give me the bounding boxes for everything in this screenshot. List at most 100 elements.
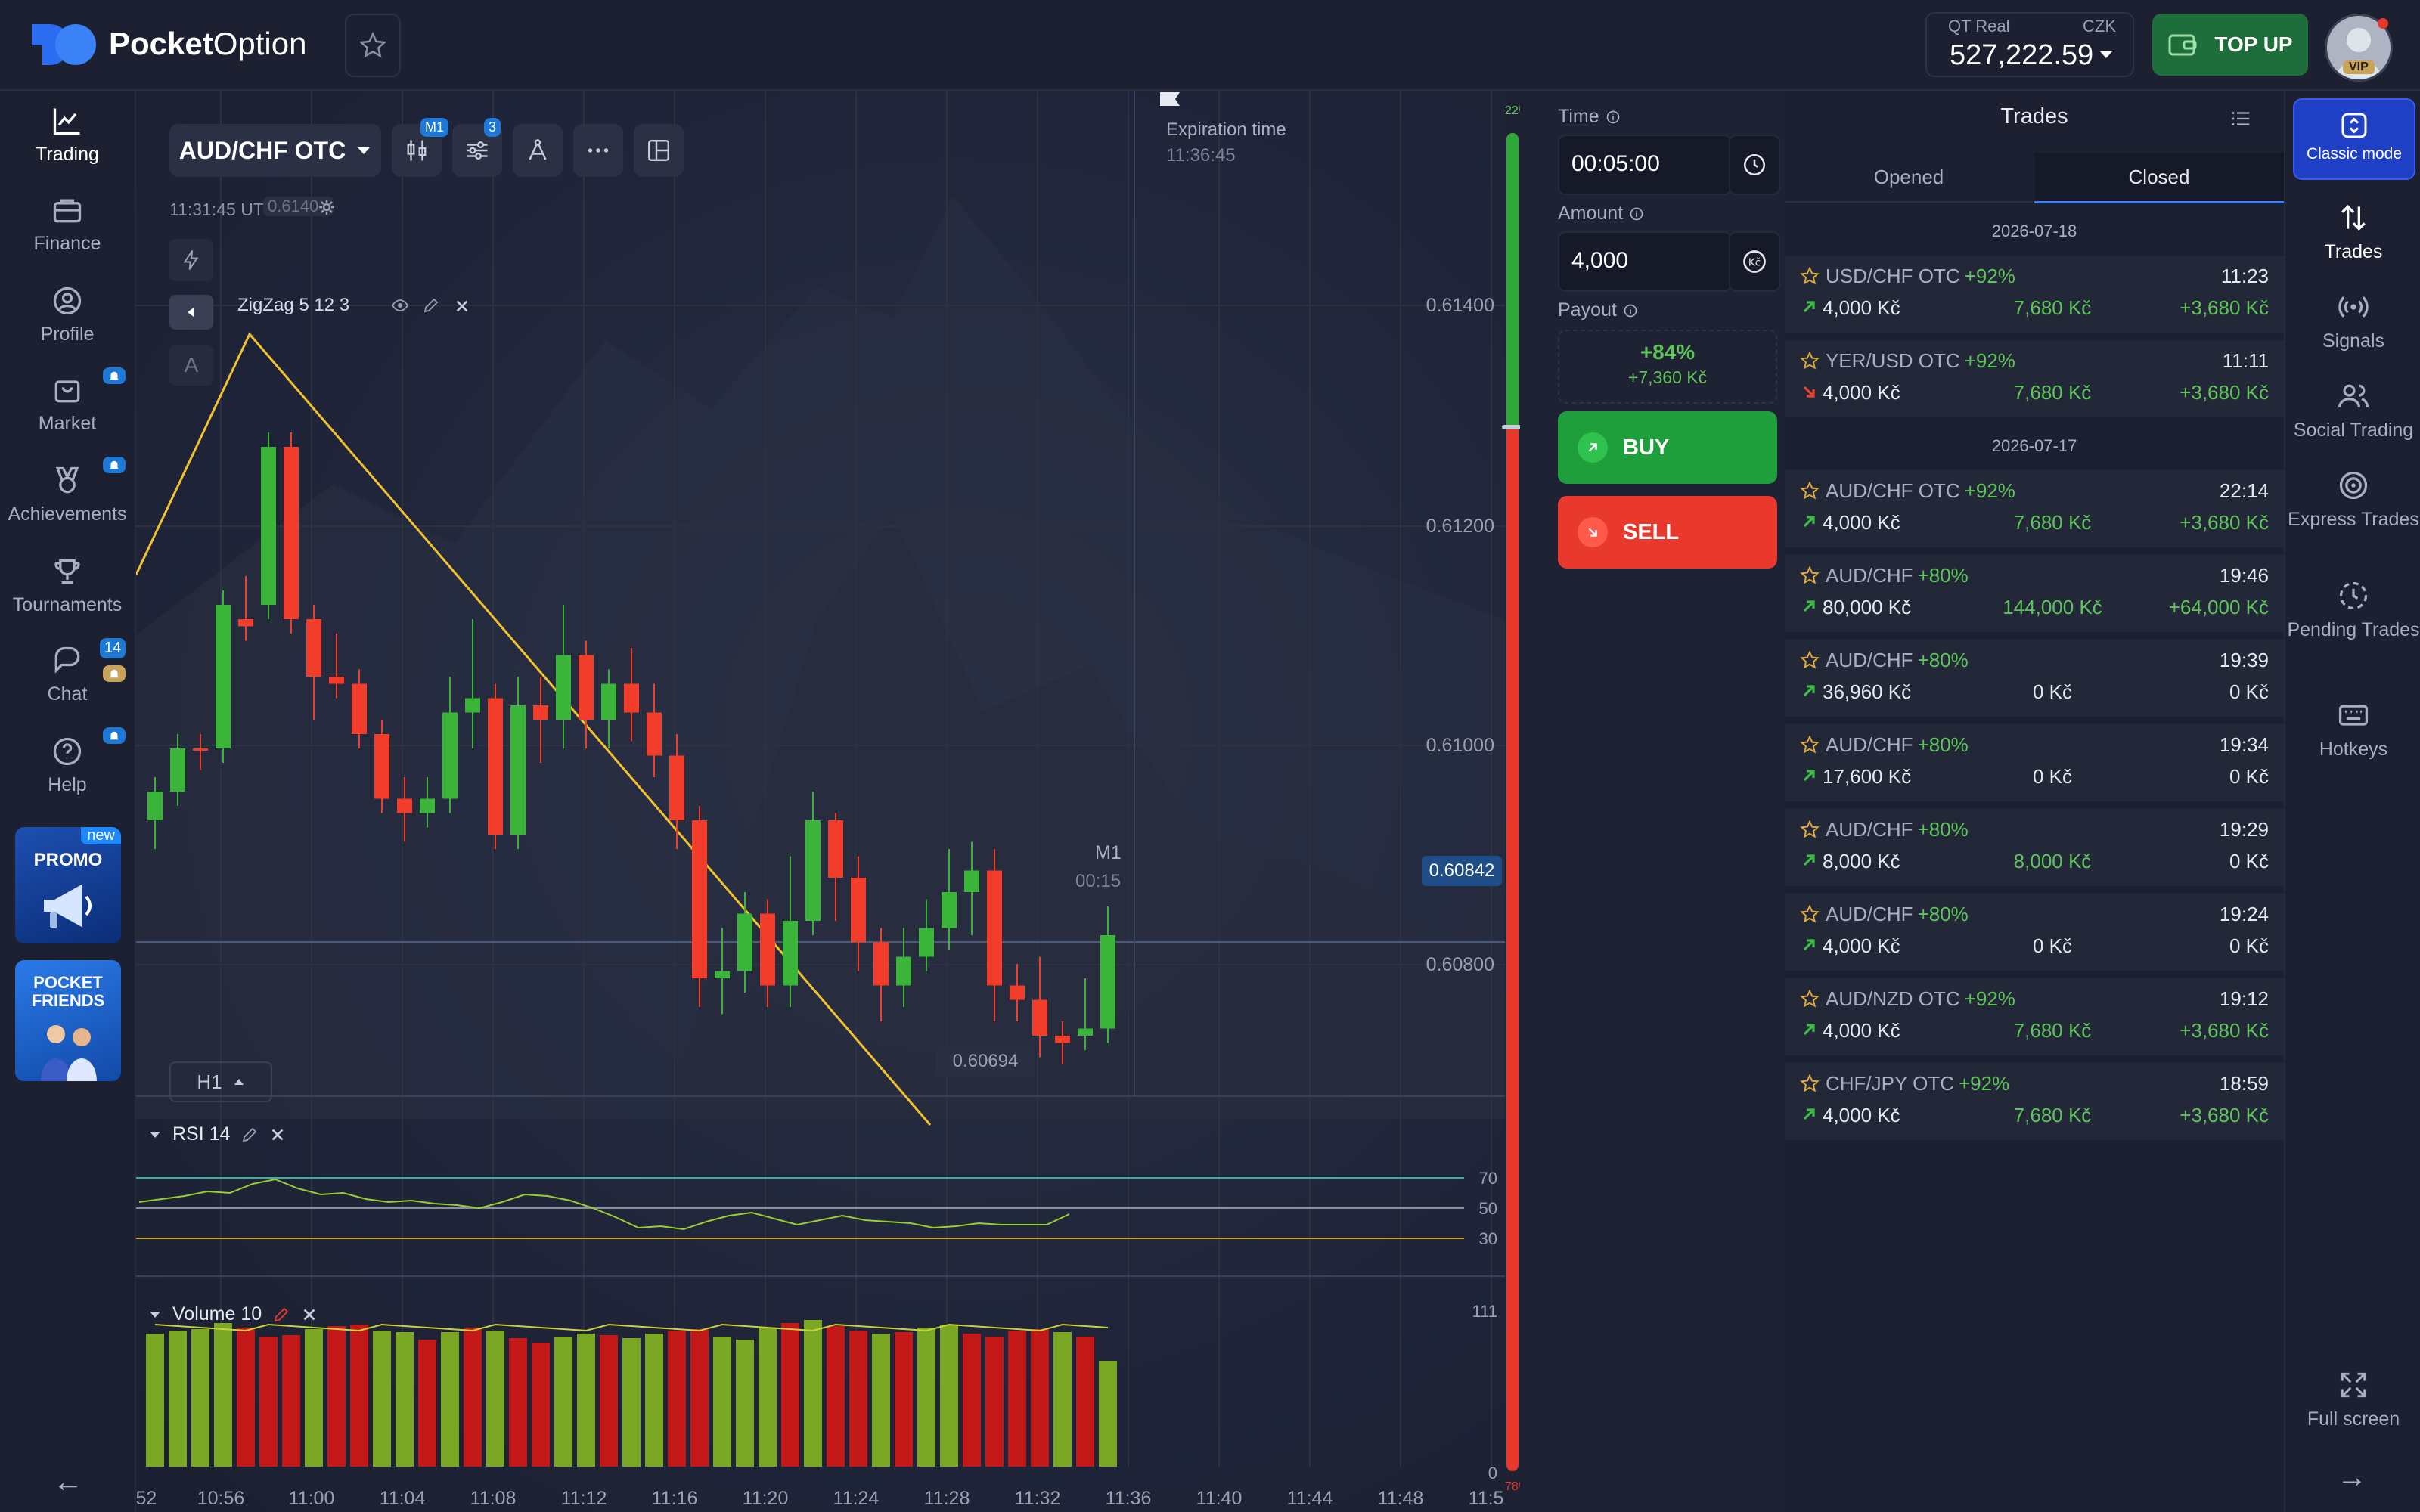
- collapse-indicators-button[interactable]: [169, 295, 213, 330]
- sidebar-item-trading[interactable]: Trading: [0, 104, 135, 166]
- star-icon[interactable]: [1800, 904, 1820, 924]
- svg-text:Kč: Kč: [1748, 256, 1761, 268]
- rsi-level-label: 50: [1479, 1199, 1497, 1218]
- quick-trade-button[interactable]: [169, 239, 213, 281]
- candle: [964, 870, 979, 892]
- candle: [828, 820, 843, 878]
- gear-icon[interactable]: [318, 198, 336, 216]
- trade-profit: +3,680 Kč: [2180, 511, 2269, 534]
- pocket-friends-banner[interactable]: POCKET FRIENDS: [15, 960, 121, 1081]
- caret-left-icon: [188, 308, 194, 317]
- candle: [760, 913, 775, 986]
- arrow-up-right-icon: [1803, 939, 1815, 951]
- trade-pair: AUD/CHF +80%: [1826, 903, 1969, 925]
- info-icon[interactable]: [1623, 303, 1638, 318]
- topup-button[interactable]: TOP UP: [2152, 14, 2308, 76]
- sidebar-item-finance[interactable]: Finance: [0, 194, 135, 255]
- pencil-icon[interactable]: [422, 296, 440, 314]
- classic-mode-button[interactable]: Classic mode: [2293, 98, 2415, 180]
- fullscreen-button[interactable]: Full screen: [2285, 1368, 2420, 1430]
- trade-amount: 36,960 Kč: [1823, 680, 1912, 703]
- trade-row[interactable]: AUD/CHF OTC +92% 22:14 4,000 Kč 7,680 Kč +3,6…: [1785, 470, 2284, 547]
- amount-input[interactable]: 4,000: [1558, 231, 1732, 292]
- trade-row[interactable]: AUD/CHF +80% 19:34 17,600 Kč 0 Kč 0 Kč: [1785, 724, 2284, 801]
- rightbar-item-pending-trades[interactable]: Pending Trades: [2285, 579, 2420, 641]
- tab-opened[interactable]: Opened: [1785, 153, 2033, 203]
- time-input[interactable]: 00:05:00: [1558, 135, 1732, 195]
- trade-row[interactable]: AUD/NZD OTC +92% 19:12 4,000 Kč 7,680 Kč +3,6…: [1785, 978, 2284, 1055]
- currency-switch-button[interactable]: Kč: [1729, 231, 1780, 292]
- volume-bar: [327, 1326, 346, 1467]
- star-icon[interactable]: [1800, 650, 1820, 670]
- info-icon[interactable]: [1606, 110, 1621, 125]
- sidebar-item-achievements[interactable]: Achievements: [0, 464, 135, 525]
- help-notification-badge: [103, 727, 126, 744]
- text-tool-button[interactable]: A: [169, 345, 213, 386]
- star-icon[interactable]: [1800, 989, 1820, 1009]
- trade-row[interactable]: USD/CHF OTC +92% 11:23 4,000 Kč 7,680 Kč +3,6…: [1785, 256, 2284, 333]
- time-picker-button[interactable]: [1729, 135, 1780, 195]
- rightbar-item-social-trading[interactable]: Social Trading: [2285, 380, 2420, 442]
- asset-selector[interactable]: AUD/CHF OTC: [169, 124, 381, 177]
- sentiment-track: [1506, 133, 1519, 1471]
- sell-button[interactable]: SELL: [1558, 496, 1777, 569]
- sidebar-item-tournaments[interactable]: Tournaments: [0, 555, 135, 616]
- trade-row[interactable]: AUD/CHF +80% 19:46 80,000 Kč 144,000 Kč +64,0…: [1785, 555, 2284, 632]
- trade-row[interactable]: AUD/CHF +80% 19:39 36,960 Kč 0 Kč 0 Kč: [1785, 640, 2284, 717]
- balance-value: 527,222.59: [1950, 39, 2094, 71]
- trade-profit: 0 Kč: [2229, 680, 2269, 703]
- caret-down-icon[interactable]: [148, 1309, 162, 1320]
- logo[interactable]: [29, 21, 104, 68]
- trade-row[interactable]: AUD/CHF +80% 19:29 8,000 Kč 8,000 Kč 0 Kč: [1785, 809, 2284, 886]
- trade-row[interactable]: YER/USD OTC +92% 11:11 4,000 Kč 7,680 Kč +3,6…: [1785, 340, 2284, 417]
- drawings-button[interactable]: [513, 124, 563, 177]
- buy-button[interactable]: BUY: [1558, 411, 1777, 484]
- close-icon[interactable]: [301, 1306, 318, 1323]
- star-icon[interactable]: [1800, 820, 1820, 839]
- arrow-up-right-icon: [1803, 301, 1815, 313]
- promo-banner[interactable]: new PROMO: [15, 827, 121, 943]
- rightbar-item-hotkeys[interactable]: Hotkeys: [2285, 699, 2420, 761]
- trade-amount: 8,000 Kč: [1823, 850, 1900, 872]
- trade-row[interactable]: CHF/JPY OTC +92% 18:59 4,000 Kč 7,680 Kč +3,6…: [1785, 1063, 2284, 1140]
- trade-row[interactable]: AUD/CHF +80% 19:24 4,000 Kč 0 Kč 0 Kč: [1785, 894, 2284, 971]
- collapse-rightbar-button[interactable]: →: [2337, 1461, 2367, 1495]
- chart-area[interactable]: 10:52 10:56 11:00 11:04 11:08 11:12 11:16 11:20…: [136, 91, 1505, 1512]
- favorite-button[interactable]: [345, 14, 401, 77]
- sidebar-item-help[interactable]: Help: [0, 735, 135, 796]
- volume-bar: [305, 1329, 323, 1467]
- trade-payout-percent: +92%: [1964, 987, 2015, 1010]
- asset-name: AUD/CHF OTC: [178, 136, 346, 164]
- trade-profit: 0 Kč: [2229, 934, 2269, 957]
- close-icon[interactable]: [269, 1126, 286, 1143]
- sidebar-item-profile[interactable]: Profile: [0, 284, 135, 345]
- rightbar-item-express-trades[interactable]: Express Trades: [2285, 469, 2420, 531]
- star-icon[interactable]: [1800, 1074, 1820, 1093]
- trade-payout-percent: +80%: [1917, 733, 1969, 756]
- close-icon[interactable]: [454, 298, 470, 314]
- caret-down-icon[interactable]: [148, 1129, 162, 1140]
- balance-selector[interactable]: QT Real CZK 527,222.59: [1925, 12, 2134, 77]
- layout-icon: [648, 140, 669, 161]
- info-icon[interactable]: [1629, 206, 1644, 222]
- rightbar-item-signals[interactable]: Signals: [2285, 290, 2420, 352]
- collapse-sidebar-button[interactable]: ←: [53, 1465, 83, 1499]
- eye-icon[interactable]: [389, 296, 411, 314]
- layout-button[interactable]: [634, 124, 684, 177]
- more-options-button[interactable]: [573, 124, 623, 177]
- swap-vertical-icon: [2341, 113, 2367, 138]
- pencil-icon[interactable]: [272, 1306, 290, 1324]
- rightbar-item-trades[interactable]: Trades: [2285, 201, 2420, 263]
- star-icon[interactable]: [1800, 735, 1820, 754]
- chat-bubble-icon: [54, 646, 80, 674]
- volume-bar: [1076, 1337, 1094, 1467]
- star-icon[interactable]: [1800, 481, 1820, 500]
- star-icon[interactable]: [1800, 565, 1820, 585]
- trade-profit: +3,680 Kč: [2180, 1104, 2269, 1126]
- list-icon[interactable]: [2228, 107, 2254, 130]
- period-selector[interactable]: H1: [169, 1061, 272, 1102]
- pencil-icon[interactable]: [240, 1126, 259, 1144]
- tab-closed[interactable]: Closed: [2034, 153, 2284, 203]
- star-icon[interactable]: [1800, 351, 1820, 370]
- star-icon[interactable]: [1800, 266, 1820, 286]
